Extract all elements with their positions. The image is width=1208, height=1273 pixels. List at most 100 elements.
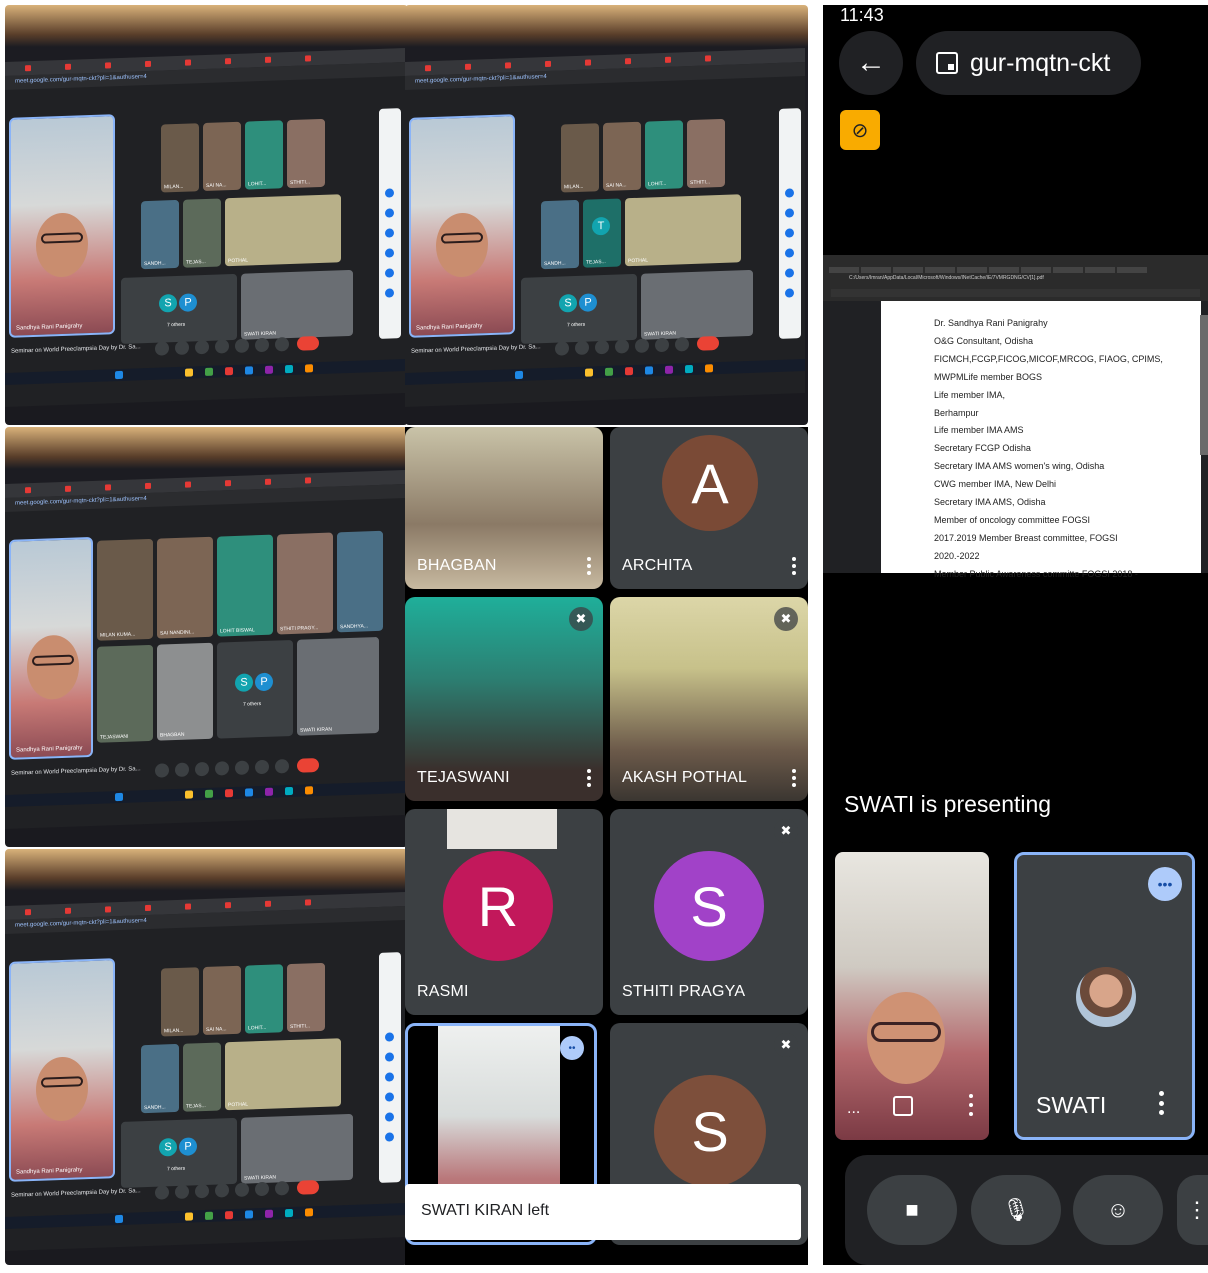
mic-icon[interactable] <box>555 341 569 356</box>
camera-icon[interactable] <box>575 340 589 356</box>
speaker-tile[interactable]: ••• SWATI <box>1014 852 1195 1140</box>
emoji-icon[interactable] <box>215 1183 229 1198</box>
participant-tile-bhagban[interactable]: BHAGBAN <box>405 427 603 589</box>
participant-tile-akash[interactable]: ✖ AKASH POTHAL <box>610 597 808 801</box>
participant-tile: MILAN... <box>161 967 199 1037</box>
emoji-icon[interactable] <box>215 339 229 354</box>
laptop-photo-3: meet.google.com/gur-mqtn-ckt?pli=1&authu… <box>5 427 408 847</box>
others-tile: SP 7 others <box>217 639 293 739</box>
cv-line: Secretary IMA AMS women's wing, Odisha <box>934 461 1105 472</box>
participant-name: STHITI PRAGYA <box>622 983 746 1000</box>
participant-tile: STHITI PRAGY... <box>277 532 333 635</box>
raise-hand-icon[interactable] <box>655 337 669 353</box>
others-tile: SP 7 others <box>521 273 637 344</box>
cv-line: O&G Consultant, Odisha <box>934 335 1034 346</box>
end-call-button[interactable] <box>297 1180 319 1195</box>
participant-tile: TEJAS... <box>183 1042 221 1112</box>
participant-tile: MILAN... <box>161 123 199 193</box>
participant-tile: SAI NA... <box>203 965 241 1036</box>
participant-name: RASMI <box>417 983 469 1000</box>
captions-icon[interactable] <box>195 761 209 777</box>
taskbar <box>5 359 405 385</box>
end-call-button[interactable] <box>297 758 319 773</box>
self-video-tile[interactable]: ... <box>835 852 989 1140</box>
emoji-icon[interactable] <box>615 339 629 354</box>
more-vert-icon[interactable]: ⋮ <box>1177 1175 1208 1245</box>
cv-line: Secretary FCGP Odisha <box>934 443 1031 454</box>
meeting-code-chip[interactable]: gur-mqtn-ckt <box>916 31 1141 95</box>
pin-icon[interactable] <box>893 1096 913 1116</box>
more-vert-icon[interactable] <box>275 759 289 774</box>
pdf-page: Dr. Sandhya Rani Panigrahy O&G Consultan… <box>881 301 1201 579</box>
mic-icon[interactable] <box>155 763 169 778</box>
more-vert-icon[interactable] <box>675 337 689 352</box>
participant-tile-tejaswani[interactable]: ✖ TEJASWANI <box>405 597 603 801</box>
more-vert-icon[interactable] <box>969 1094 973 1116</box>
participant-tile-sthiti[interactable]: ✖ S STHITI PRAGYA <box>610 809 808 1015</box>
present-icon[interactable] <box>235 338 249 353</box>
camera-icon[interactable] <box>175 762 189 778</box>
presenter-tile: Sandhya Rani Panigrahy <box>409 114 515 338</box>
video-off-icon[interactable]: ⊘ <box>840 110 880 150</box>
participant-tile: SWATI KIRAN <box>641 269 753 340</box>
participant-avatar: R <box>443 851 553 961</box>
participant-tile: LOHIT... <box>645 120 683 190</box>
participant-tile-archita[interactable]: A ARCHITA <box>610 427 808 589</box>
cv-line: Member Public Awareness committe FOGSI 2… <box>934 568 1138 579</box>
cv-line: Secretary IMA AMS, Odisha <box>934 497 1046 508</box>
more-vert-icon[interactable] <box>792 769 796 787</box>
more-vert-icon[interactable] <box>792 557 796 575</box>
emoji-icon[interactable]: ☺ <box>1073 1175 1163 1245</box>
present-icon[interactable] <box>635 338 649 353</box>
captions-icon[interactable] <box>195 1183 209 1199</box>
participant-tile: TEJAS... <box>183 198 221 268</box>
participant-tile: SWATI KIRAN <box>241 269 353 340</box>
raise-hand-icon[interactable] <box>255 1181 269 1197</box>
participant-tile: SANDH... <box>141 199 179 270</box>
end-call-button[interactable] <box>697 336 719 351</box>
cv-line: Berhampur <box>934 407 979 418</box>
pdf-viewer-chrome: C:/Users/Imran/AppData/Local/Microsoft/W… <box>823 255 1208 301</box>
raise-hand-icon[interactable] <box>255 337 269 353</box>
camera-icon[interactable]: ■ <box>867 1175 957 1245</box>
present-icon[interactable] <box>235 760 249 775</box>
laptop-photo-1: meet.google.com/gur-mqtn-ckt?pli=1&authu… <box>5 5 408 425</box>
more-vert-icon[interactable] <box>587 769 591 787</box>
captions-icon[interactable] <box>595 339 609 355</box>
mic-icon[interactable]: 🎙 <box>971 1175 1061 1245</box>
taskbar <box>405 359 805 385</box>
more-vert-icon[interactable] <box>587 557 591 575</box>
participant-tile: STHITI... <box>287 118 325 189</box>
present-icon[interactable] <box>235 1182 249 1197</box>
back-arrow-icon[interactable]: ← <box>839 31 903 95</box>
others-tile: SP 7 others <box>121 1117 237 1188</box>
participant-name: BHAGBAN <box>417 557 497 574</box>
participant-tile: SAI NA... <box>203 121 241 192</box>
end-call-button[interactable] <box>297 336 319 351</box>
more-vert-icon[interactable] <box>275 1181 289 1196</box>
participant-tile: POTHAL <box>225 1038 341 1111</box>
captions-icon[interactable] <box>195 339 209 355</box>
participant-tile: LOHIT... <box>245 120 283 190</box>
participant-tile: STHITI... <box>687 118 725 189</box>
more-vert-icon[interactable] <box>275 337 289 352</box>
participant-tile: MILAN KUMA... <box>97 538 153 641</box>
mic-off-icon: ✖ <box>774 819 798 843</box>
speaking-icon: ••• <box>1148 867 1182 901</box>
participant-tile: TEJASWANI <box>97 644 153 743</box>
participant-tile-rasmi[interactable]: R RASMI <box>405 809 603 1015</box>
raise-hand-icon[interactable] <box>255 759 269 775</box>
calendar-icon <box>936 52 958 74</box>
mic-icon[interactable] <box>155 1185 169 1200</box>
camera-icon[interactable] <box>175 340 189 356</box>
more-vert-icon[interactable] <box>1159 1091 1164 1115</box>
camera-icon[interactable] <box>175 1184 189 1200</box>
emoji-icon[interactable] <box>215 761 229 776</box>
self-video <box>438 1026 560 1206</box>
mic-off-icon: ✖ <box>774 1033 798 1057</box>
cv-line: Dr. Sandhya Rani Panigrahy <box>934 318 1048 328</box>
participant-left-toast: SWATI KIRAN left <box>405 1184 801 1240</box>
laptop-photo-2: meet.google.com/gur-mqtn-ckt?pli=1&authu… <box>405 5 808 425</box>
mic-icon[interactable] <box>155 341 169 356</box>
laptop-screen: meet.google.com/gur-mqtn-ckt?pli=1&authu… <box>405 48 805 407</box>
